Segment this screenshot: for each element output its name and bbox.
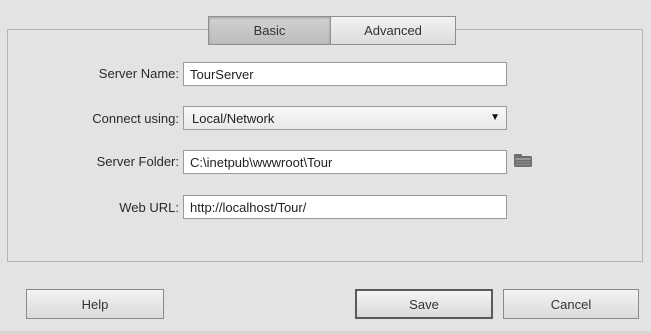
save-button[interactable]: Save (355, 289, 493, 319)
web-url-label: Web URL: (119, 200, 179, 215)
browse-folder-button[interactable] (512, 151, 534, 169)
tab-basic[interactable]: Basic (208, 16, 330, 45)
connect-using-value: Local/Network (192, 110, 275, 126)
tab-bar: Basic Advanced (208, 16, 456, 45)
help-button[interactable]: Help (26, 289, 164, 319)
connect-using-select[interactable]: Local/Network ▼ (183, 106, 507, 130)
server-folder-label: Server Folder: (96, 154, 179, 169)
web-url-input[interactable] (183, 195, 507, 219)
dropdown-arrow-icon: ▼ (490, 112, 500, 123)
connect-using-label: Connect using: (92, 111, 179, 126)
server-setup-dialog: Basic Advanced Server Name: Connect usin… (0, 0, 651, 334)
tab-advanced[interactable]: Advanced (330, 16, 456, 45)
server-folder-input[interactable] (183, 150, 507, 174)
server-name-label: Server Name: (98, 66, 179, 81)
server-name-input[interactable] (183, 62, 507, 86)
cancel-button[interactable]: Cancel (503, 289, 639, 319)
folder-browse-icon (514, 154, 532, 167)
